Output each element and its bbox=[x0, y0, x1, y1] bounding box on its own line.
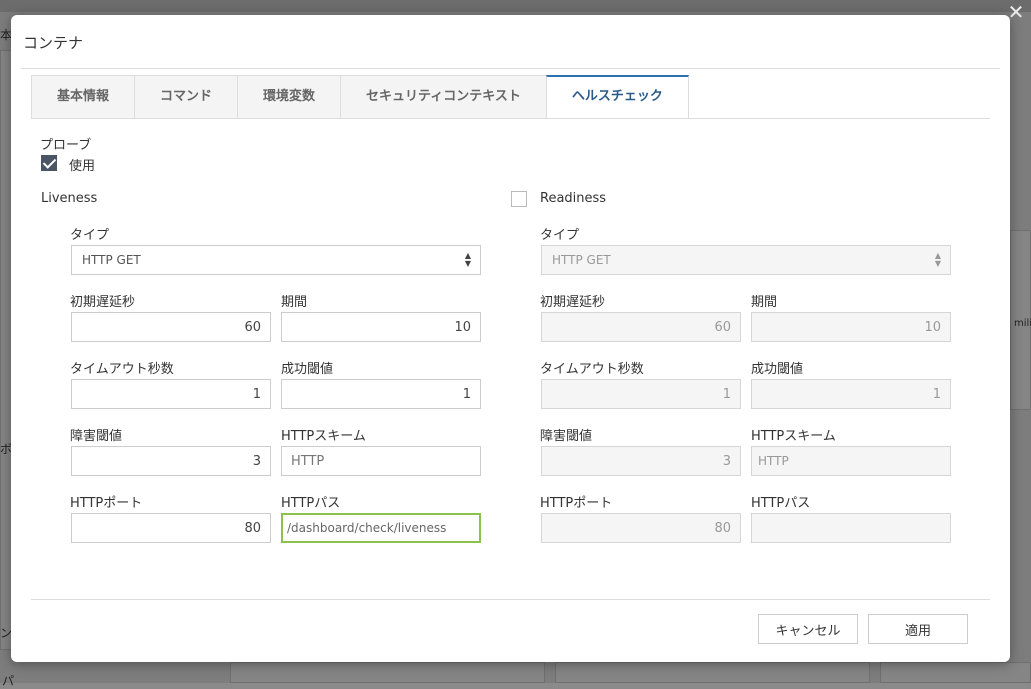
liveness-timeout-label: タイムアウト秒数 bbox=[70, 362, 174, 377]
liveness-scheme-input[interactable] bbox=[281, 446, 481, 476]
background-card bbox=[880, 662, 1031, 683]
readiness-initial-delay-label: 初期遅延秒 bbox=[540, 295, 606, 310]
liveness-path-input[interactable] bbox=[281, 513, 481, 543]
probe-use-label: 使用 bbox=[69, 159, 96, 174]
container-dialog: コンテナ 基本情報 コマンド 環境変数 セキュリティコンテキスト ヘルスチェック… bbox=[11, 15, 1010, 662]
liveness-timeout-input[interactable] bbox=[71, 379, 271, 409]
liveness-initial-delay-label: 初期遅延秒 bbox=[70, 295, 136, 310]
readiness-scheme-label: HTTPスキーム bbox=[751, 429, 836, 444]
select-arrows-icon: ▲ ▼ bbox=[934, 251, 941, 268]
readiness-initial-delay-input[interactable] bbox=[541, 312, 741, 342]
tab-health-check[interactable]: ヘルスチェック bbox=[545, 75, 689, 119]
liveness-type-value: HTTP GET bbox=[82, 253, 141, 267]
readiness-period-input[interactable] bbox=[751, 312, 951, 342]
readiness-period-label: 期間 bbox=[751, 295, 778, 310]
tab-security-context[interactable]: セキュリティコンテキスト bbox=[340, 75, 546, 119]
liveness-path-label: HTTPパス bbox=[281, 496, 341, 511]
liveness-success-label: 成功閾値 bbox=[281, 362, 334, 377]
readiness-scheme-input[interactable] bbox=[751, 446, 951, 476]
dialog-title: コンテナ bbox=[23, 34, 84, 52]
readiness-type-value: HTTP GET bbox=[552, 253, 611, 267]
cancel-button[interactable]: キャンセル bbox=[758, 614, 858, 644]
readiness-path-input[interactable] bbox=[751, 513, 951, 543]
readiness-path-label: HTTPパス bbox=[751, 496, 811, 511]
readiness-timeout-label: タイムアウト秒数 bbox=[540, 362, 644, 377]
readiness-port-label: HTTPポート bbox=[540, 496, 613, 511]
readiness-checkbox[interactable] bbox=[511, 191, 527, 207]
probe-label: プローブ bbox=[40, 138, 92, 153]
liveness-initial-delay-input[interactable] bbox=[71, 312, 271, 342]
apply-button[interactable]: 適用 bbox=[868, 614, 968, 644]
divider bbox=[21, 68, 1000, 69]
select-arrows-icon: ▲ ▼ bbox=[464, 251, 471, 268]
liveness-success-input[interactable] bbox=[281, 379, 481, 409]
liveness-failure-input[interactable] bbox=[71, 446, 271, 476]
liveness-title: Liveness bbox=[41, 191, 98, 206]
readiness-success-input[interactable] bbox=[751, 379, 951, 409]
divider bbox=[31, 118, 990, 119]
liveness-type-select[interactable]: HTTP GET ▲ ▼ bbox=[71, 245, 481, 275]
readiness-timeout-input[interactable] bbox=[541, 379, 741, 409]
liveness-port-label: HTTPポート bbox=[70, 496, 143, 511]
background-text: mili bbox=[1014, 318, 1031, 329]
tab-basic-info[interactable]: 基本情報 bbox=[31, 75, 135, 119]
readiness-title: Readiness bbox=[540, 191, 607, 206]
liveness-period-input[interactable] bbox=[281, 312, 481, 342]
background-card bbox=[555, 662, 870, 683]
readiness-success-label: 成功閾値 bbox=[751, 362, 804, 377]
background-header bbox=[0, 0, 1031, 12]
liveness-type-label: タイプ bbox=[70, 228, 110, 243]
liveness-port-input[interactable] bbox=[71, 513, 271, 543]
readiness-failure-input[interactable] bbox=[541, 446, 741, 476]
liveness-scheme-label: HTTPスキーム bbox=[281, 429, 366, 444]
probe-use-checkbox[interactable] bbox=[41, 155, 57, 171]
liveness-failure-label: 障害閾値 bbox=[70, 429, 123, 444]
liveness-period-label: 期間 bbox=[281, 295, 308, 310]
background-card bbox=[230, 662, 545, 683]
divider bbox=[31, 599, 990, 600]
tab-bar: 基本情報 コマンド 環境変数 セキュリティコンテキスト ヘルスチェック bbox=[31, 75, 689, 119]
readiness-failure-label: 障害閾値 bbox=[540, 429, 593, 444]
readiness-type-label: タイプ bbox=[540, 228, 580, 243]
tab-env-vars[interactable]: 環境変数 bbox=[237, 75, 341, 119]
readiness-port-input[interactable] bbox=[541, 513, 741, 543]
tab-command[interactable]: コマンド bbox=[134, 75, 238, 119]
background-text: パ bbox=[2, 674, 15, 688]
readiness-type-select[interactable]: HTTP GET ▲ ▼ bbox=[541, 245, 951, 275]
